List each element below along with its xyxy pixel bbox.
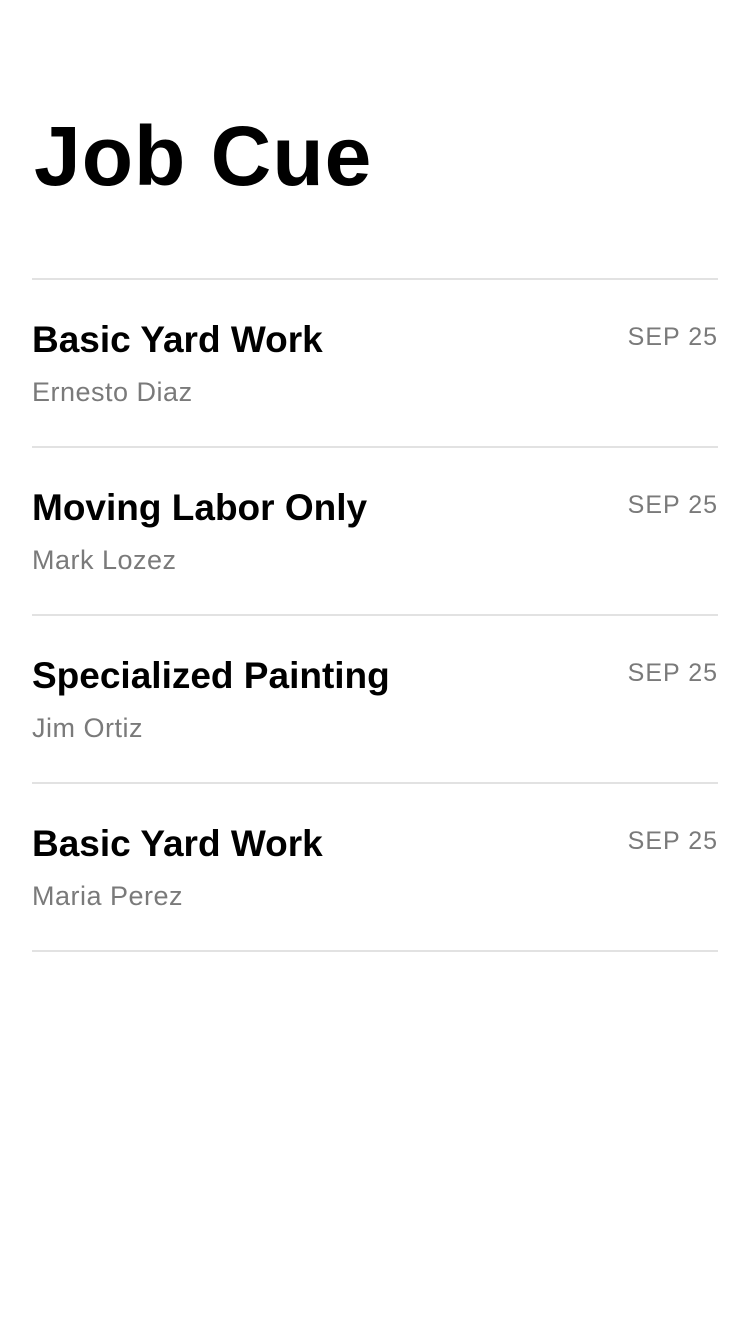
- job-person-name: Ernesto Diaz: [32, 377, 193, 407]
- job-person-name: Jim Ortiz: [32, 713, 143, 743]
- job-title: Moving Labor Only: [32, 487, 368, 528]
- job-list-item[interactable]: Moving Labor Only SEP 25 Mark Lozez: [32, 448, 718, 616]
- job-title: Basic Yard Work: [32, 823, 323, 864]
- job-list-item[interactable]: Basic Yard Work SEP 25 Ernesto Diaz: [32, 280, 718, 448]
- job-list: Basic Yard Work SEP 25 Ernesto Diaz Movi…: [32, 278, 718, 952]
- job-list-item[interactable]: Basic Yard Work SEP 25 Maria Perez: [32, 784, 718, 952]
- job-date: SEP 25: [627, 659, 718, 687]
- job-date: SEP 25: [627, 827, 718, 855]
- page-title: Job Cue: [34, 109, 373, 203]
- job-person-name: Maria Perez: [32, 881, 184, 911]
- job-title: Basic Yard Work: [32, 319, 323, 360]
- job-date: SEP 25: [627, 491, 718, 519]
- job-title: Specialized Painting: [32, 655, 390, 696]
- job-list-item[interactable]: Specialized Painting SEP 25 Jim Ortiz: [32, 616, 718, 784]
- job-date: SEP 25: [627, 323, 718, 351]
- job-person-name: Mark Lozez: [32, 545, 177, 575]
